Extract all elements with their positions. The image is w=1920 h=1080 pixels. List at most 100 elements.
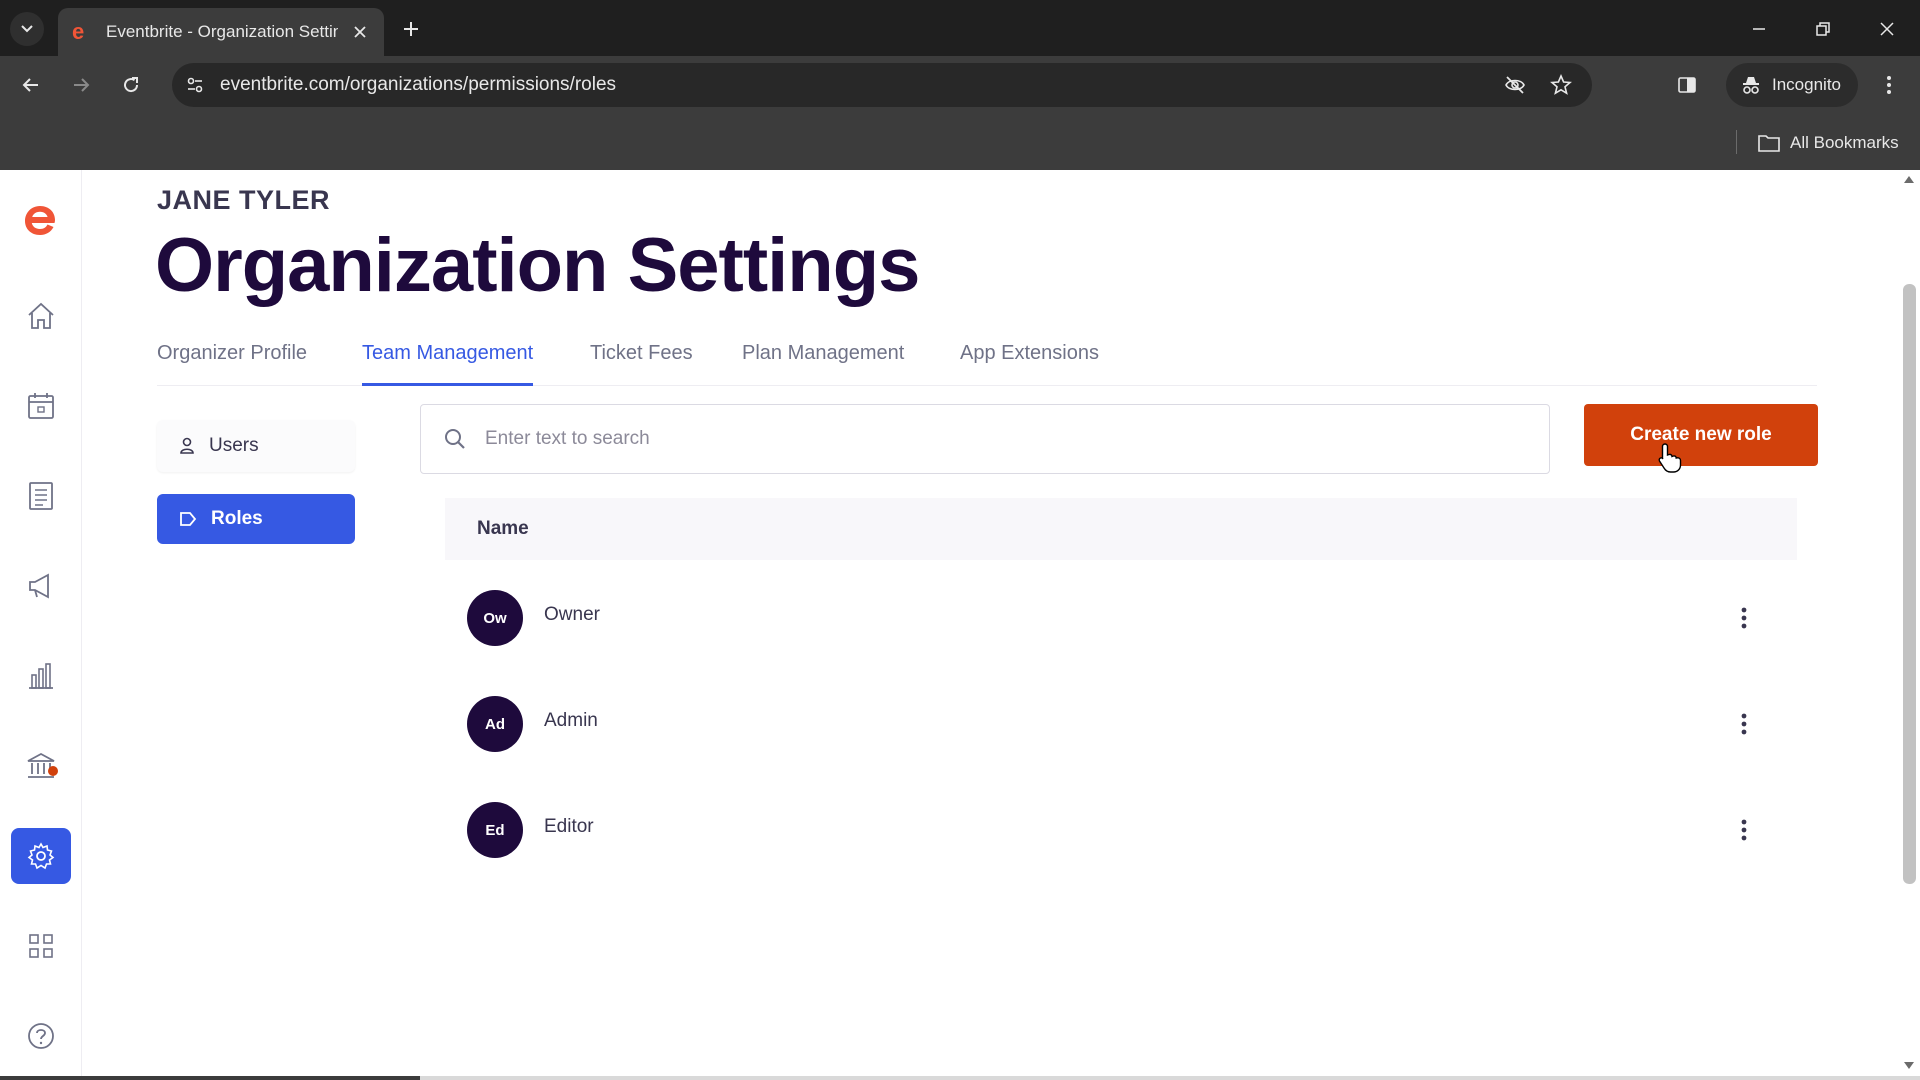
tab-organizer-profile[interactable]: Organizer Profile — [157, 342, 307, 386]
table-row[interactable]: Ow Owner — [445, 578, 1797, 658]
folder-icon — [1758, 135, 1780, 152]
rail-marketing[interactable] — [11, 558, 71, 614]
rail-orders[interactable] — [11, 468, 71, 524]
roles-table-header: Name — [445, 498, 1797, 560]
tab-title: Eventbrite - Organization Settings — [106, 22, 338, 41]
bar-chart-icon — [29, 663, 53, 689]
restore-icon — [1816, 22, 1830, 36]
create-new-role-button[interactable]: Create new role — [1584, 404, 1818, 466]
home-icon — [28, 302, 54, 329]
close-window-button[interactable] — [1872, 14, 1902, 44]
eye-off-icon[interactable] — [1500, 70, 1530, 100]
side-panel-icon — [1678, 77, 1696, 93]
sidenav-users[interactable]: Users — [157, 420, 355, 472]
all-bookmarks-label: All Bookmarks — [1790, 133, 1899, 152]
role-name[interactable]: Editor — [544, 816, 594, 838]
role-search-box[interactable] — [420, 404, 1550, 474]
more-vertical-icon — [1741, 819, 1747, 841]
more-vertical-icon — [1741, 713, 1747, 735]
sidenav-roles[interactable]: Roles — [157, 494, 355, 544]
browser-tab-bar: e Eventbrite - Organization Settings — [0, 0, 1920, 56]
incognito-label: Incognito — [1772, 75, 1841, 94]
orders-icon — [29, 482, 53, 510]
incognito-icon — [1743, 77, 1759, 94]
bookmarks-bar: All Bookmarks — [0, 114, 1920, 170]
restore-window-button[interactable] — [1808, 14, 1838, 44]
more-vertical-icon — [1741, 607, 1747, 629]
chevron-down-icon — [21, 25, 33, 33]
role-name[interactable]: Admin — [544, 710, 598, 732]
bookmarks-divider — [1736, 130, 1737, 154]
all-bookmarks-button[interactable]: All Bookmarks — [1758, 128, 1899, 158]
plus-icon — [404, 22, 418, 36]
arrow-left-icon — [22, 78, 38, 92]
more-vertical-icon — [1887, 76, 1891, 94]
svg-text:e: e — [72, 21, 84, 43]
address-bar[interactable]: eventbrite.com/organizations/permissions… — [172, 63, 1592, 107]
row-actions-button[interactable] — [1726, 600, 1762, 636]
rail-home[interactable] — [11, 288, 71, 344]
bottom-progress-segment — [0, 1076, 420, 1080]
page-scrollbar[interactable] — [1899, 170, 1920, 1080]
minimize-window-button[interactable] — [1744, 14, 1774, 44]
hand-cursor-icon — [1658, 443, 1682, 473]
tab-app-extensions[interactable]: App Extensions — [960, 342, 1099, 386]
tab-search-button[interactable] — [10, 12, 44, 46]
tab-ticket-fees[interactable]: Ticket Fees — [590, 342, 693, 386]
browser-menu-button[interactable] — [1874, 70, 1904, 100]
notification-dot — [48, 766, 58, 776]
sidenav-roles-label: Roles — [211, 508, 263, 529]
megaphone-icon — [29, 573, 49, 599]
incognito-indicator[interactable]: Incognito — [1726, 63, 1858, 107]
tab-team-management[interactable]: Team Management — [362, 342, 534, 386]
side-panel-button[interactable] — [1672, 70, 1702, 100]
apps-grid-icon — [29, 934, 53, 958]
tag-icon — [180, 512, 197, 526]
table-row[interactable]: Ed Editor — [445, 790, 1797, 870]
settings-tabs: Organizer Profile Team Management Ticket… — [157, 330, 1817, 386]
back-button[interactable] — [16, 70, 46, 100]
row-actions-button[interactable] — [1726, 706, 1762, 742]
reload-icon — [124, 77, 139, 93]
close-tab-icon[interactable] — [348, 20, 372, 44]
rail-help[interactable] — [11, 1008, 71, 1064]
star-icon[interactable] — [1546, 70, 1576, 100]
browser-toolbar: eventbrite.com/organizations/permissions… — [0, 56, 1920, 114]
page-title: Organization Settings — [155, 223, 920, 308]
new-tab-button[interactable] — [396, 14, 426, 44]
help-icon — [28, 1023, 54, 1049]
minimize-icon — [1753, 28, 1765, 30]
rail-reports[interactable] — [11, 648, 71, 704]
eventbrite-logo-icon[interactable] — [18, 198, 62, 242]
sidenav-users-label: Users — [209, 435, 259, 456]
rail-events[interactable] — [11, 378, 71, 434]
rail-settings[interactable] — [11, 828, 71, 884]
browser-tab-active[interactable]: e Eventbrite - Organization Settings — [58, 8, 384, 56]
eventbrite-favicon-icon: e — [72, 21, 84, 43]
row-actions-button[interactable] — [1726, 812, 1762, 848]
search-input[interactable] — [485, 428, 1485, 450]
scrollbar-thumb[interactable] — [1903, 284, 1916, 884]
app-area: JANE TYLER Organization Settings Organiz… — [0, 170, 1920, 1080]
arrow-right-icon — [74, 78, 90, 92]
gear-icon — [27, 842, 55, 870]
user-icon — [180, 437, 194, 454]
rail-finance[interactable] — [11, 738, 71, 794]
reload-button[interactable] — [116, 70, 146, 100]
search-icon — [445, 429, 465, 449]
scroll-up-arrow-icon[interactable] — [1904, 176, 1914, 183]
site-info-icon[interactable] — [180, 70, 210, 100]
rail-apps[interactable] — [11, 918, 71, 974]
table-row[interactable]: Ad Admin — [445, 684, 1797, 764]
role-avatar: Ow — [467, 590, 523, 646]
url-text[interactable]: eventbrite.com/organizations/permissions… — [220, 74, 1500, 96]
close-icon — [1880, 22, 1894, 36]
organization-name: JANE TYLER — [157, 185, 331, 215]
role-name[interactable]: Owner — [544, 604, 600, 626]
tab-plan-management[interactable]: Plan Management — [742, 342, 904, 386]
role-avatar: Ed — [467, 802, 523, 858]
scroll-down-arrow-icon[interactable] — [1904, 1062, 1914, 1069]
forward-button[interactable] — [66, 70, 96, 100]
left-nav-rail — [0, 170, 82, 1080]
role-avatar: Ad — [467, 696, 523, 752]
